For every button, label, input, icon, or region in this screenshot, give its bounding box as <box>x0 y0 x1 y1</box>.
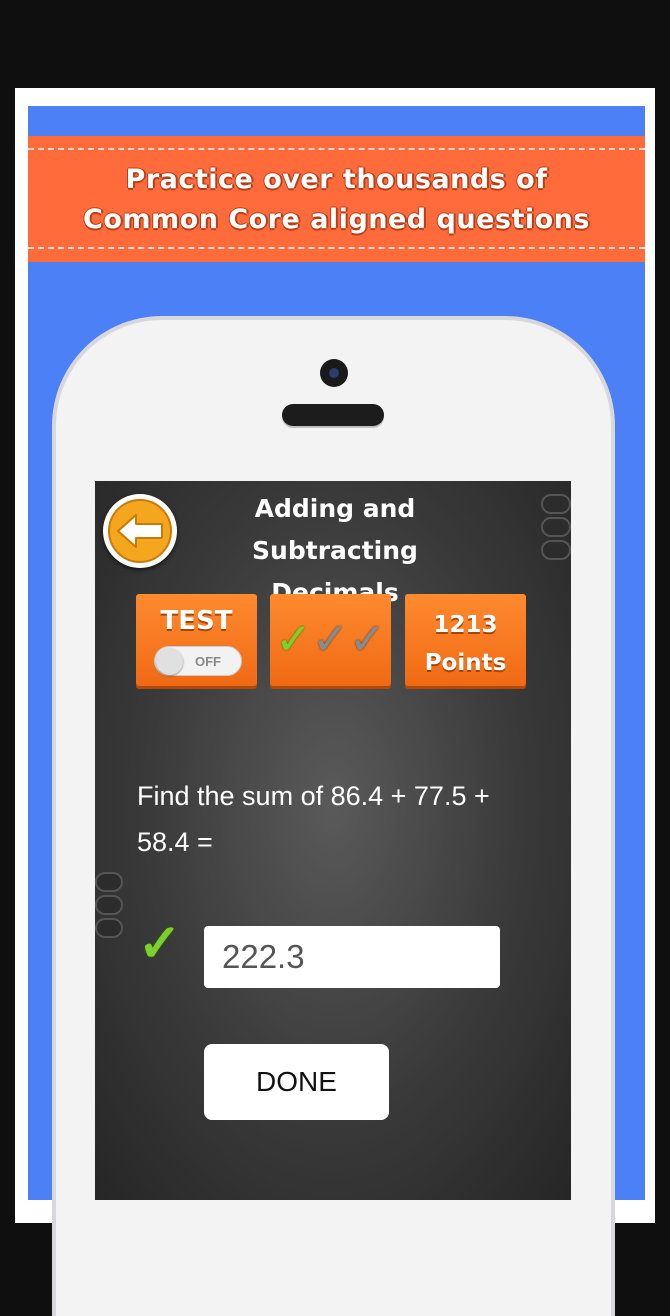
question-line-2: 58.4 = <box>137 827 213 857</box>
test-mode-panel: TEST OFF <box>136 594 257 686</box>
banner-line-2: Common Core aligned questions <box>83 204 590 235</box>
banner-dashed-line-top <box>28 148 645 150</box>
side-menu-handle-right[interactable] <box>541 494 571 563</box>
progress-check-2-icon: ✓ <box>312 614 349 665</box>
toggle-state-text: OFF <box>195 654 221 669</box>
test-label: TEST <box>160 606 233 636</box>
done-button[interactable]: DONE <box>204 1044 389 1120</box>
points-display: 1213 Points <box>405 606 526 682</box>
question-line-1: Find the sum of 86.4 + 77.5 + <box>137 781 490 811</box>
answer-input[interactable]: 222.3 <box>204 926 500 988</box>
question-text: Find the sum of 86.4 + 77.5 + 58.4 = <box>137 773 537 865</box>
phone-speaker <box>282 404 384 426</box>
progress-check-1-icon: ✓ <box>275 614 313 665</box>
banner-text: Practice over thousands of Common Core a… <box>28 160 645 240</box>
points-label: Points <box>424 650 507 676</box>
back-arrow-icon <box>108 499 172 563</box>
test-toggle[interactable]: OFF <box>154 646 242 676</box>
points-panel: 1213 Points <box>405 594 526 686</box>
progress-check-3-icon: ✓ <box>348 614 386 665</box>
points-value: 1213 <box>433 612 498 638</box>
correct-check-icon: ✓ <box>138 915 182 973</box>
banner-dashed-line-bottom <box>28 247 645 249</box>
title-line-1: Adding and Subtracting <box>252 494 418 565</box>
toggle-knob <box>156 648 183 675</box>
progress-checks: ✓✓✓ <box>270 612 391 668</box>
progress-panel: ✓✓✓ <box>270 594 391 686</box>
side-menu-handle-left[interactable] <box>95 872 123 941</box>
promo-banner: Practice over thousands of Common Core a… <box>28 136 645 262</box>
back-button[interactable] <box>103 494 177 568</box>
phone-camera-icon <box>320 359 348 387</box>
banner-line-1: Practice over thousands of <box>125 164 548 195</box>
